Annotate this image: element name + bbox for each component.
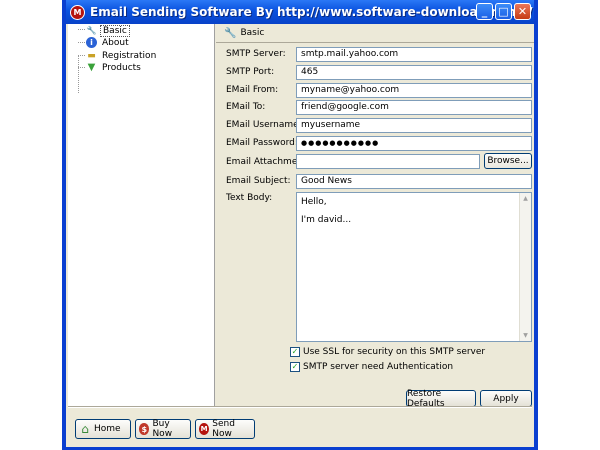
send-icon: M: [199, 423, 210, 435]
sidebar-item-label: About: [102, 37, 129, 48]
home-icon: ⌂: [81, 422, 89, 436]
buy-now-button[interactable]: $ Buy Now: [135, 419, 191, 439]
panel-header: 🔧 Basic: [216, 24, 534, 43]
sidebar-item-label: Registration: [102, 50, 157, 61]
wrench-icon: 🔧: [86, 26, 97, 35]
buy-now-label: Buy Now: [152, 419, 173, 439]
email-username-input[interactable]: myusername: [296, 118, 532, 133]
check-icon: ✓: [291, 347, 299, 356]
text-body-textarea[interactable]: Hello, I'm david... ▲ ▼: [296, 192, 532, 342]
tree-connector: [78, 42, 85, 43]
smtp-port-label: SMTP Port:: [226, 67, 275, 77]
use-ssl-checkbox[interactable]: ✓: [290, 347, 300, 357]
email-to-input[interactable]: friend@google.com: [296, 100, 532, 115]
smtp-server-label: SMTP Server:: [226, 49, 286, 59]
info-icon: i: [86, 37, 97, 48]
registration-icon: ▬: [87, 50, 96, 61]
email-username-label: EMail Username:: [226, 120, 302, 130]
restore-defaults-button[interactable]: Restore Defaults: [406, 389, 476, 409]
text-body-line: Hello,: [301, 197, 327, 207]
window-title: Email Sending Software By http://www.sof…: [90, 5, 533, 19]
smtp-auth-checkbox[interactable]: ✓: [290, 362, 300, 372]
use-ssl-option[interactable]: ✓ Use SSL for security on this SMTP serv…: [290, 347, 485, 357]
buy-icon: $: [139, 423, 150, 435]
sidebar-item-about[interactable]: i About: [86, 36, 131, 49]
smtp-server-input[interactable]: smtp.mail.yahoo.com: [296, 47, 532, 62]
send-now-button[interactable]: M Send Now: [195, 419, 255, 439]
sidebar-tree: 🔧 Basic i About ▬ Registration ▼ Product…: [68, 24, 215, 406]
email-from-input[interactable]: myname@yahoo.com: [296, 83, 532, 98]
email-attachment-input[interactable]: [296, 154, 480, 169]
tree-connector: [78, 55, 79, 93]
email-subject-input[interactable]: Good News: [296, 174, 532, 189]
sidebar-item-label: Products: [102, 62, 141, 73]
minimize-button[interactable]: _: [476, 3, 493, 20]
apply-button[interactable]: Apply: [480, 390, 532, 407]
text-body-scrollbar[interactable]: ▲ ▼: [519, 193, 531, 341]
close-icon: ✕: [517, 5, 528, 18]
email-from-label: EMail From:: [226, 85, 279, 95]
home-button[interactable]: ⌂ Home: [75, 419, 131, 439]
smtp-auth-option[interactable]: ✓ SMTP server need Authentication: [290, 362, 453, 372]
send-now-label: Send Now: [212, 419, 235, 439]
smtp-auth-label: SMTP server need Authentication: [303, 362, 454, 372]
settings-panel: 🔧 Basic SMTP Server: smtp.mail.yahoo.com…: [216, 24, 534, 409]
close-button[interactable]: ✕: [514, 3, 531, 20]
app-icon: M: [70, 4, 85, 20]
title-bar[interactable]: M Email Sending Software By http://www.s…: [66, 0, 534, 24]
browse-button[interactable]: Browse...: [484, 153, 532, 169]
minimize-icon: _: [481, 5, 488, 18]
email-subject-label: Email Subject:: [226, 176, 291, 186]
scroll-down-icon[interactable]: ▼: [521, 331, 530, 340]
use-ssl-label: Use SSL for security on this SMTP server: [303, 347, 486, 357]
home-label: Home: [94, 424, 121, 434]
footer-divider: [68, 406, 532, 408]
panel-title: Basic: [240, 28, 265, 38]
wrench-icon: 🔧: [224, 27, 237, 39]
text-body-label: Text Body:: [226, 193, 273, 203]
main-window: M Email Sending Software By http://www.s…: [62, 0, 538, 450]
sidebar-item-products[interactable]: ▼ Products: [86, 61, 143, 74]
maximize-icon: □: [498, 5, 509, 18]
tree-connector: [78, 29, 85, 30]
maximize-button[interactable]: □: [495, 3, 512, 20]
sidebar-item-label: Basic: [100, 24, 130, 37]
tree-connector: [78, 67, 85, 68]
email-password-label: EMail Password:: [226, 138, 298, 148]
smtp-port-input[interactable]: 465: [296, 65, 532, 80]
arrow-down-icon: ▼: [87, 62, 96, 73]
scroll-up-icon[interactable]: ▲: [521, 194, 530, 203]
text-body-line: I'm david...: [301, 215, 352, 225]
email-password-input[interactable]: ●●●●●●●●●●●: [296, 136, 532, 151]
tree-connector: [78, 55, 85, 56]
email-to-label: EMail To:: [226, 102, 266, 112]
check-icon: ✓: [291, 362, 299, 371]
